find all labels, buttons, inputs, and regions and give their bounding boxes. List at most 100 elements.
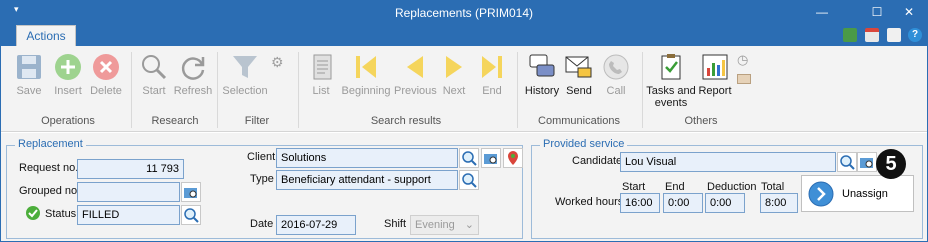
- grouped-no-lookup-button[interactable]: [181, 182, 201, 202]
- folder-search-icon: [484, 154, 497, 164]
- group-label-others: Others: [684, 115, 718, 127]
- minimize-icon[interactable]: —: [808, 3, 836, 21]
- group-label-research: Research: [151, 115, 199, 127]
- grouped-no-label: Grouped no.: [19, 185, 81, 197]
- search-icon: [462, 173, 477, 188]
- tasks-events-button[interactable]: Tasks and events: [646, 52, 696, 109]
- last-record-icon: [482, 56, 502, 78]
- replacements-window: ▾ Replacements (PRIM014) — ☐ ✕ Actions ?…: [0, 0, 928, 242]
- type-field[interactable]: Beneficiary attendant - support: [276, 170, 458, 190]
- status-field[interactable]: FILLED: [77, 205, 180, 225]
- maximize-icon[interactable]: ☐: [863, 3, 891, 21]
- status-search-button[interactable]: [181, 205, 201, 225]
- client-location-button[interactable]: [503, 148, 523, 168]
- unassign-label: Unassign: [842, 188, 888, 200]
- save-icon: [17, 55, 41, 79]
- filter-settings-gear-icon[interactable]: ⚙: [271, 54, 284, 71]
- date-field[interactable]: 2016-07-29: [276, 215, 356, 235]
- beginning-label: Beginning: [341, 85, 391, 97]
- call-button[interactable]: Call: [601, 52, 631, 97]
- folder-search-icon: [860, 158, 873, 168]
- insert-label: Insert: [54, 85, 82, 97]
- search-icon: [840, 155, 855, 170]
- beginning-button[interactable]: Beginning: [339, 52, 393, 97]
- total-label: Total: [761, 181, 785, 193]
- list-button[interactable]: List: [307, 52, 335, 97]
- ribbon-separator: [217, 52, 218, 128]
- next-button[interactable]: Next: [439, 52, 469, 97]
- refresh-button[interactable]: Refresh: [173, 52, 213, 97]
- history-button[interactable]: History: [522, 52, 562, 97]
- list-label: List: [312, 85, 330, 97]
- list-icon: [313, 54, 332, 80]
- clock-icon[interactable]: ◷: [737, 52, 748, 68]
- start-label: Start: [622, 181, 646, 193]
- grouped-no-field[interactable]: [77, 182, 180, 202]
- shift-select[interactable]: Evening ⌄: [410, 215, 479, 235]
- delete-icon: [93, 54, 119, 80]
- send-label: Send: [566, 85, 592, 97]
- start-time-field[interactable]: 16:00: [620, 193, 660, 213]
- replacement-legend: Replacement: [15, 138, 86, 150]
- window-title: Replacements (PRIM014): [394, 6, 534, 20]
- ribbon-tab-row: Actions ?: [1, 24, 927, 46]
- send-mail-icon: [565, 56, 592, 78]
- candidate-folder-button[interactable]: [857, 152, 877, 172]
- deduction-field[interactable]: 0:00: [705, 193, 745, 213]
- unassign-button[interactable]: Unassign: [801, 175, 914, 212]
- search-icon: [142, 55, 167, 80]
- type-label: Type: [250, 173, 274, 185]
- ribbon-separator: [298, 52, 299, 128]
- send-button[interactable]: Send: [564, 52, 594, 97]
- history-label: History: [524, 85, 560, 97]
- client-field[interactable]: Solutions: [276, 148, 458, 168]
- start-label: Start: [142, 85, 166, 97]
- calculator-icon[interactable]: [843, 28, 857, 42]
- shift-value: Evening: [415, 219, 455, 231]
- save-button[interactable]: Save: [11, 52, 47, 97]
- tasks-label-line2: events: [654, 97, 688, 109]
- total-field[interactable]: 8:00: [760, 193, 798, 213]
- calendar-icon[interactable]: [865, 28, 879, 42]
- next-icon: [446, 56, 462, 78]
- selection-button[interactable]: Selection: [221, 52, 269, 97]
- previous-label: Previous: [394, 85, 437, 97]
- insert-button[interactable]: Insert: [50, 52, 86, 97]
- candidate-search-button[interactable]: [837, 152, 857, 172]
- type-search-button[interactable]: [459, 170, 479, 190]
- clipboard-check-icon: [661, 54, 681, 80]
- filter-icon: [233, 56, 257, 78]
- deduction-label: Deduction: [707, 181, 757, 193]
- request-no-field[interactable]: 11 793: [77, 159, 184, 179]
- tasks-label-line1: Tasks and: [646, 85, 696, 97]
- end-button[interactable]: End: [477, 52, 507, 97]
- chevron-right-circle-icon: [808, 181, 834, 207]
- save-label: Save: [16, 85, 42, 97]
- help-icon[interactable]: ?: [908, 28, 922, 42]
- previous-button[interactable]: Previous: [394, 52, 437, 97]
- ribbon-separator: [131, 52, 132, 128]
- report-button[interactable]: Report: [698, 52, 732, 97]
- start-button[interactable]: Start: [138, 52, 170, 97]
- callout-number-badge: 5: [876, 149, 906, 179]
- close-icon[interactable]: ✕: [895, 3, 923, 21]
- delete-button[interactable]: Delete: [88, 52, 124, 97]
- ribbon-separator: [517, 52, 518, 128]
- next-label: Next: [442, 85, 466, 97]
- lock-icon[interactable]: [887, 28, 901, 42]
- plus-icon: [55, 54, 81, 80]
- group-label-communications: Communications: [538, 115, 620, 127]
- status-ok-icon: [26, 206, 40, 220]
- archive-icon[interactable]: [737, 74, 751, 84]
- folder-search-icon: [184, 188, 197, 198]
- tab-actions[interactable]: Actions: [16, 25, 76, 46]
- end-time-field[interactable]: 0:00: [663, 193, 703, 213]
- client-search-button[interactable]: [459, 148, 479, 168]
- candidate-field[interactable]: Lou Visual: [620, 152, 836, 172]
- end-label: End: [665, 181, 685, 193]
- chevron-down-icon: ⌄: [464, 219, 474, 231]
- client-folder-button[interactable]: [481, 148, 501, 168]
- status-label: Status: [45, 208, 77, 220]
- refresh-label: Refresh: [173, 85, 213, 97]
- form-area: Replacement Request no. 11 793 Grouped n…: [1, 133, 927, 241]
